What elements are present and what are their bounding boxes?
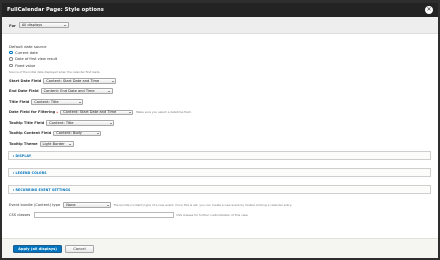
- close-icon[interactable]: ✕: [425, 6, 433, 14]
- chevron-down-icon: [78, 101, 81, 103]
- scope-select[interactable]: All displays: [18, 22, 69, 28]
- caret-right-icon: [13, 154, 14, 157]
- chevron-down-icon: [128, 112, 131, 114]
- css-classes-hint: CSS classes for further customization of…: [176, 212, 249, 217]
- dialog-footer: Apply (all displays) Cancel: [2, 238, 438, 258]
- chevron-down-icon: [108, 90, 111, 92]
- title-field-row: Title Field Content: Title: [9, 99, 84, 105]
- tooltip-theme-select[interactable]: Light Border: [39, 141, 74, 147]
- apply-button[interactable]: Apply (all displays): [13, 245, 62, 253]
- tooltip-content-row: Tooltip Content Field Content: Body: [9, 130, 102, 137]
- dialog-content: For All displays Default date source Cur…: [2, 17, 438, 238]
- display-scope-bar: For All displays: [2, 17, 438, 34]
- radio-fixed-value[interactable]: Fixed value: [9, 64, 35, 68]
- event-bundle-hint: The bundle (content) type of a new event…: [113, 202, 292, 207]
- chevron-down-icon: [111, 80, 114, 82]
- legend-colors-section-toggle[interactable]: LEGEND COLORS: [8, 168, 431, 177]
- start-date-select[interactable]: Content: Start Date and Time: [43, 78, 117, 84]
- start-date-row: Start Date Field Content: Start Date and…: [9, 78, 117, 84]
- radio-button-selected[interactable]: [9, 50, 13, 55]
- chevron-down-icon: [109, 122, 112, 124]
- dialog-title: FullCalendar Page: Style options: [7, 7, 104, 13]
- event-bundle-select[interactable]: None: [63, 202, 112, 208]
- filter-date-select[interactable]: Content: Start Date and Time: [60, 109, 134, 116]
- chevron-down-icon: [64, 24, 67, 26]
- tooltip-content-select[interactable]: Content: Body: [53, 130, 102, 137]
- recurring-settings-section-toggle[interactable]: RECURRING EVENT SETTINGS: [8, 185, 431, 194]
- title-field-select[interactable]: Content: Title: [31, 99, 84, 105]
- css-classes-row: CSS classes CSS classes for further cust…: [9, 212, 249, 218]
- chevron-down-icon: [69, 143, 72, 145]
- cancel-button[interactable]: Cancel: [65, 245, 94, 253]
- filter-date-hint: Make sure you select a datetime field.: [136, 110, 192, 115]
- style-options-dialog: FullCalendar Page: Style options ✕ For A…: [2, 3, 438, 258]
- radio-current-date[interactable]: Current date: [9, 51, 38, 55]
- radio-button[interactable]: [9, 63, 13, 68]
- tooltip-title-row: Tooltip Title Field Content: Title: [9, 120, 115, 126]
- dialog-titlebar: FullCalendar Page: Style options ✕: [2, 3, 438, 17]
- caret-right-icon: [13, 188, 14, 191]
- filter-date-row: Date Field for Filtering * Content: Star…: [9, 109, 192, 116]
- scope-label: For: [9, 22, 16, 28]
- event-bundle-row: Event bundle (Content) type None The bun…: [9, 202, 292, 208]
- end-date-row: End Date Field Content: End Date and Tim…: [9, 88, 113, 94]
- tooltip-title-select[interactable]: Content: Title: [46, 120, 115, 126]
- caret-right-icon: [13, 171, 14, 174]
- chevron-down-icon: [96, 133, 99, 135]
- radio-first-view-result[interactable]: Date of first view result: [9, 57, 57, 61]
- radio-button[interactable]: [9, 57, 13, 61]
- chevron-down-icon: [106, 204, 109, 206]
- date-source-description: Source of the initial date displayed whe…: [9, 70, 101, 74]
- tooltip-theme-row: Tooltip Theme Light Border: [9, 141, 74, 147]
- required-marker: *: [56, 109, 59, 115]
- end-date-select[interactable]: Content: End Date and Time: [40, 88, 113, 94]
- display-section-toggle[interactable]: DISPLAY: [8, 151, 431, 160]
- css-classes-input[interactable]: [34, 212, 175, 218]
- date-source-heading: Default date source: [9, 44, 47, 49]
